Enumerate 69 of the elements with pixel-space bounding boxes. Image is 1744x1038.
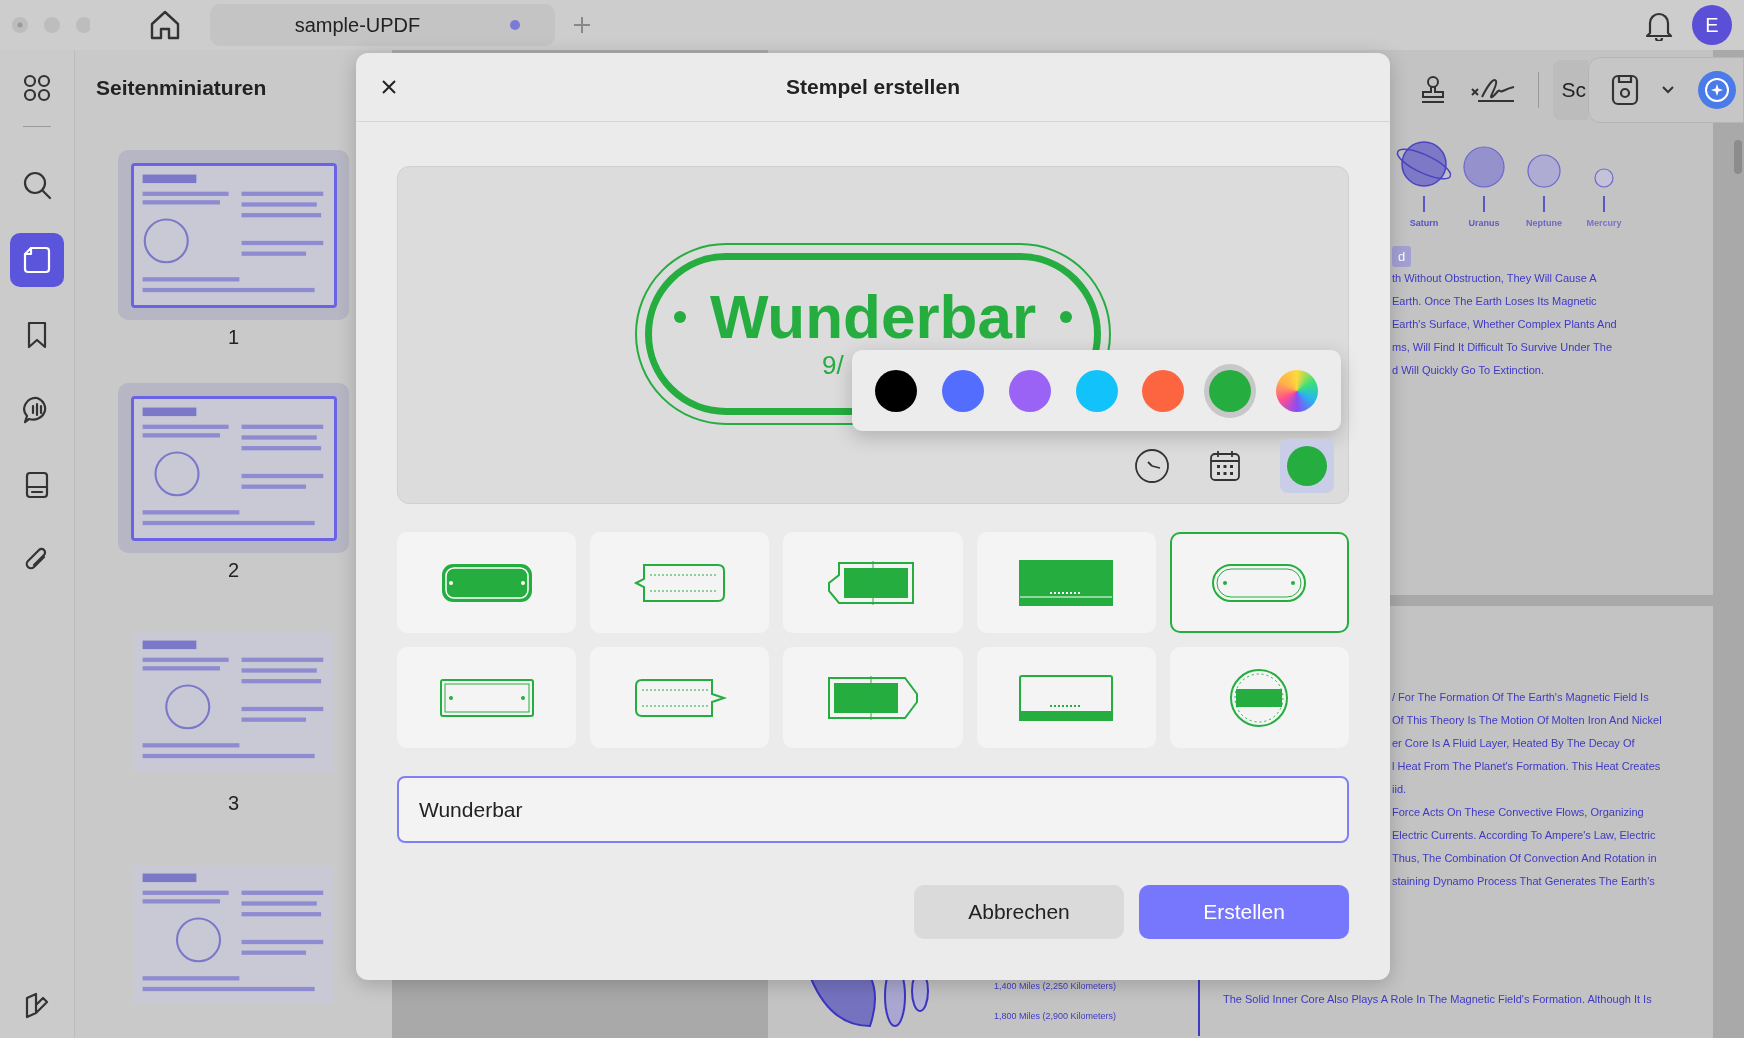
stamp-template[interactable] [590, 647, 770, 748]
sidebar-pages-button[interactable] [10, 233, 64, 287]
calendar-icon[interactable] [1208, 449, 1242, 483]
grid-icon [22, 73, 52, 103]
body-text-line: Thus, The Combination Of Convection And Rotation in [1392, 851, 1657, 866]
body-text-line: th Without Obstruction, They Will Cause A [1392, 271, 1597, 286]
planet-icon [1527, 154, 1561, 188]
stamp-template[interactable] [397, 647, 577, 748]
scrollbar-thumb[interactable] [1734, 140, 1742, 174]
body-text-line: iid. [1392, 782, 1407, 797]
dialog-title: Stempel erstellen [786, 75, 960, 99]
pages-icon [22, 245, 52, 275]
clock-icon[interactable] [1134, 448, 1170, 484]
stamp-text: Wunderbar [709, 282, 1037, 352]
stamp-template[interactable] [1169, 647, 1349, 748]
body-text-line: Earth's Surface, Whether Complex Plants And [1392, 317, 1617, 332]
new-tab-icon[interactable] [573, 16, 591, 34]
body-text-line: Electric Currents. According To Ampere's Law, Electric [1392, 828, 1656, 843]
section-tag: d [1392, 246, 1412, 267]
mode-button[interactable]: Sc [1553, 60, 1588, 120]
search-icon [22, 170, 52, 200]
stamp-template[interactable] [783, 647, 963, 748]
body-text-line: staining Dynamo Process That Generates The Earth's [1392, 874, 1655, 889]
body-text-line: The Solid Inner Core Also Plays A Role In The Magnetic Field's Formation. Although It Is [1223, 993, 1652, 1005]
save-icon[interactable] [1611, 74, 1639, 106]
stamp-text-field[interactable]: Wunderbar [397, 776, 1349, 843]
stamp-template[interactable] [1169, 532, 1349, 633]
document-tab[interactable]: sample-UPDF [210, 4, 555, 46]
body-text-line: l Heat From The Planet's Formation. This Heat Creates [1392, 759, 1661, 774]
panel-title: Seitenminiaturen [96, 76, 267, 100]
stamp-template[interactable] [590, 532, 770, 633]
stamp-template[interactable] [976, 647, 1156, 748]
stamp-template[interactable] [397, 532, 577, 633]
planet-label: Mercury [1586, 218, 1622, 228]
body-text-line: Of This Theory Is The Motion Of Molten Iron And Nickel [1392, 713, 1662, 728]
create-button[interactable]: Erstellen [1139, 885, 1349, 939]
stamp-template[interactable] [783, 532, 963, 633]
stamp-date: 9/ [822, 350, 844, 381]
caret-icon[interactable] [1661, 85, 1675, 95]
unsaved-dot-icon [510, 20, 521, 30]
diagram-label: 1,800 Miles (2,900 Kilometers) [994, 1011, 1117, 1021]
body-text-line: er Core Is A Fluid Layer, Heated By The Decay Of [1392, 736, 1635, 751]
page-thumbnail[interactable] [118, 150, 349, 320]
planet-icon [1594, 168, 1614, 188]
close-icon[interactable] [382, 80, 396, 94]
color-picker-button[interactable] [1280, 439, 1334, 493]
planet-label: Neptune [1526, 218, 1562, 228]
diagram-label: 1,400 Miles (2,250 Kilometers) [994, 981, 1117, 991]
assistant-icon[interactable] [1697, 70, 1737, 110]
dot-icon [1060, 311, 1072, 323]
dot-icon [674, 311, 686, 323]
tab-title: sample-UPDF [294, 13, 421, 37]
body-text-line: Earth. Once The Earth Loses Its Magnetic [1392, 294, 1597, 309]
body-text-line: ms, Will Find It Difficult To Survive Under The [1392, 340, 1613, 355]
planet-label: Uranus [1468, 218, 1500, 228]
page-number: 3 [227, 792, 240, 815]
cancel-button[interactable]: Abbrechen [914, 885, 1124, 939]
user-avatar[interactable]: E [1692, 5, 1732, 45]
body-text-line: Force Acts On These Convective Flows, Organizing [1392, 805, 1644, 820]
page-number: 2 [227, 559, 240, 582]
body-text-line: / For The Formation Of The Earth's Magnetic Field Is [1392, 690, 1649, 705]
body-text-line: d Will Quickly Go To Extinction. [1392, 363, 1544, 378]
page-number: 1 [227, 326, 240, 349]
planet-label: Saturn [1409, 218, 1439, 228]
home-icon[interactable] [148, 9, 182, 41]
page-thumbnail[interactable] [118, 383, 349, 553]
stamp-template[interactable] [976, 532, 1156, 633]
planet-icon [1463, 146, 1505, 188]
planet-icon [1394, 140, 1454, 188]
